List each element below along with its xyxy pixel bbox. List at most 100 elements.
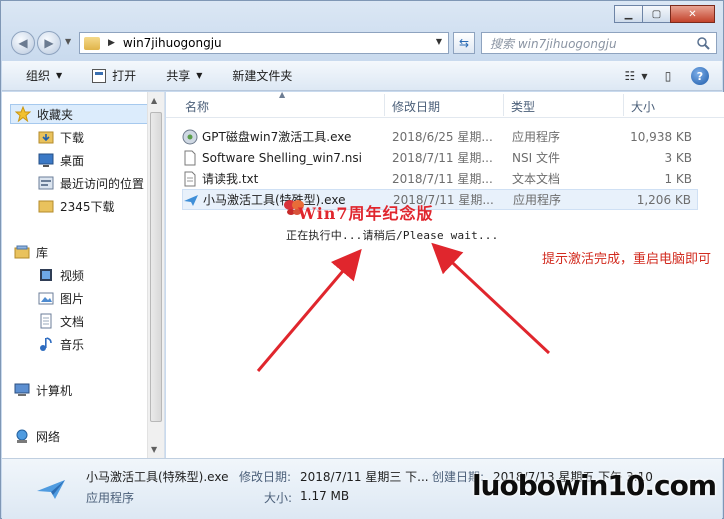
- column-type[interactable]: 类型: [511, 98, 535, 115]
- scroll-down-icon[interactable]: ▼: [151, 445, 157, 454]
- search-placeholder: 搜索 win7jihuogongju: [490, 36, 617, 51]
- file-date: 2018/7/11 星期...: [392, 151, 493, 165]
- folder-icon: [84, 36, 100, 50]
- file-type: 文本文档: [512, 172, 561, 186]
- breadcrumb-chevron-icon[interactable]: ▶: [108, 38, 115, 48]
- documents-icon: [40, 313, 52, 329]
- refresh-button[interactable]: ⇆: [453, 32, 475, 54]
- sort-ascending-icon: ▲: [279, 90, 286, 99]
- sidebar-label: 收藏夹: [37, 107, 74, 122]
- open-button[interactable]: 打开: [92, 67, 136, 84]
- column-divider[interactable]: [503, 94, 504, 116]
- activator-status-text: 正在执行中...请稍后/Please wait...: [286, 229, 499, 242]
- preview-pane-icon: ▯: [664, 69, 672, 83]
- forward-arrow-icon: ▶: [44, 36, 54, 50]
- navigation-scrollbar[interactable]: ▲ ▼: [147, 92, 164, 458]
- scrollbar-thumb[interactable]: [150, 112, 162, 422]
- star-icon: [15, 106, 31, 122]
- navigation-pane: 收藏夹 下载 桌面 最近访问的位置 2345下载 库 视频 图片 文档 音乐 计…: [2, 92, 165, 458]
- file-row[interactable]: GPT磁盘win7激活工具.exe 2018/6/25 星期... 应用程序 1…: [182, 126, 698, 147]
- column-divider[interactable]: [623, 94, 624, 116]
- file-row[interactable]: 请读我.txt 2018/7/11 星期... 文本文档 1 KB: [182, 168, 698, 189]
- sidebar-item-network[interactable]: 网络: [14, 426, 60, 446]
- search-input[interactable]: 搜索 win7jihuogongju: [481, 32, 717, 54]
- file-row[interactable]: Software Shelling_win7.nsi 2018/7/11 星期.…: [182, 147, 698, 168]
- blank-file-icon: [184, 150, 196, 165]
- address-dropdown-icon[interactable]: ▼: [436, 37, 442, 46]
- sidebar-label: 网络: [36, 429, 61, 444]
- close-button[interactable]: ✕: [670, 5, 715, 23]
- sidebar-label: 2345下载: [60, 199, 115, 214]
- sidebar-label: 下载: [60, 130, 85, 145]
- file-date: 2018/6/25 星期...: [392, 130, 493, 144]
- view-options-button[interactable]: ☷ ▼: [624, 66, 648, 86]
- sidebar-item-recent[interactable]: 最近访问的位置: [38, 173, 144, 193]
- chevron-down-icon: ▼: [641, 71, 648, 81]
- column-size[interactable]: 大小: [631, 98, 655, 115]
- forward-button[interactable]: ▶: [37, 31, 61, 55]
- downloads-folder-icon: [38, 131, 54, 144]
- sidebar-item-favorites[interactable]: 收藏夹: [10, 104, 148, 124]
- sidebar-label: 桌面: [60, 153, 85, 168]
- address-bar[interactable]: ▶ win7jihuogongju ▼: [79, 32, 449, 54]
- refresh-icon: ⇆: [458, 36, 470, 50]
- chevron-down-icon: ▼: [56, 71, 63, 80]
- column-divider[interactable]: [384, 94, 385, 116]
- share-label: 共享: [166, 69, 191, 83]
- column-date[interactable]: 修改日期: [392, 98, 440, 115]
- sidebar-item-libraries[interactable]: 库: [14, 242, 48, 262]
- sidebar-item-pictures[interactable]: 图片: [38, 288, 84, 308]
- details-view-icon: ☷: [624, 69, 636, 83]
- arrow-right: [431, 242, 551, 355]
- help-icon: ?: [691, 67, 709, 85]
- sidebar-label: 计算机: [36, 383, 73, 398]
- column-headers: ▲ 名称 修改日期 类型 大小: [166, 90, 724, 118]
- maximize-button[interactable]: ▢: [642, 5, 671, 23]
- recent-pages-dropdown[interactable]: ▼: [65, 37, 71, 46]
- file-name: GPT磁盘win7激活工具.exe: [202, 130, 352, 144]
- text-file-icon: [184, 171, 196, 186]
- sidebar-label: 图片: [60, 291, 85, 306]
- exe-disk-icon: [182, 129, 198, 144]
- file-size: 3 KB: [664, 150, 692, 165]
- sidebar-item-computer[interactable]: 计算机: [14, 380, 72, 400]
- preview-pane-button[interactable]: ▯: [658, 66, 678, 86]
- file-type: NSI 文件: [512, 151, 560, 165]
- desktop-icon: [38, 153, 54, 167]
- modified-value: 2018/7/11 星期三 下...: [300, 470, 429, 484]
- explorer-window: ▁ ▢ ✕ ◀ ▶ ▼ ▶ win7jihuogongju ▼ ⇆ 搜索 win…: [0, 0, 724, 519]
- new-folder-button[interactable]: 新建文件夹: [232, 67, 292, 84]
- sidebar-item-desktop[interactable]: 桌面: [38, 150, 84, 170]
- address-row: ◀ ▶ ▼ ▶ win7jihuogongju ▼ ⇆ 搜索 win7jihuo…: [7, 29, 717, 57]
- share-button[interactable]: 共享 ▼: [166, 67, 202, 84]
- annotation-note: 提示激活完成，重启电脑即可: [542, 252, 712, 267]
- organize-button[interactable]: 组织 ▼: [26, 67, 62, 84]
- chevron-down-icon: ▼: [196, 71, 203, 80]
- breadcrumb-path[interactable]: win7jihuogongju: [123, 36, 222, 50]
- file-name: 请读我.txt: [202, 172, 259, 186]
- file-size: 1,206 KB: [636, 192, 691, 207]
- back-button[interactable]: ◀: [11, 31, 35, 55]
- file-row-selected[interactable]: 小马激活工具(特殊型).exe 2018/7/11 星期... 应用程序 1,2…: [182, 189, 698, 210]
- video-icon: [40, 269, 52, 281]
- size-value: 1.17 MB: [300, 489, 350, 503]
- sidebar-item-documents[interactable]: 文档: [38, 311, 84, 331]
- library-icon: [14, 245, 30, 259]
- column-name[interactable]: 名称: [185, 98, 209, 115]
- size-label: 大小:: [264, 491, 293, 505]
- sidebar-item-downloads[interactable]: 下载: [38, 127, 84, 147]
- scroll-up-icon[interactable]: ▲: [151, 96, 157, 105]
- file-name: Software Shelling_win7.nsi: [202, 150, 362, 165]
- site-watermark: luobowin10.com: [471, 469, 717, 502]
- sidebar-item-2345-downloads[interactable]: 2345下载: [38, 196, 115, 216]
- selected-file-name: 小马激活工具(特殊型).exe: [86, 470, 229, 484]
- music-icon: [40, 337, 52, 351]
- sidebar-label: 视频: [60, 268, 85, 283]
- open-icon: [92, 68, 107, 83]
- sidebar-item-music[interactable]: 音乐: [38, 334, 84, 354]
- minimize-button[interactable]: ▁: [614, 5, 643, 23]
- help-button[interactable]: ?: [690, 66, 710, 86]
- sidebar-item-videos[interactable]: 视频: [38, 265, 84, 285]
- sidebar-label: 库: [36, 245, 49, 260]
- activator-splash-title: Win7周年纪念版: [298, 204, 434, 223]
